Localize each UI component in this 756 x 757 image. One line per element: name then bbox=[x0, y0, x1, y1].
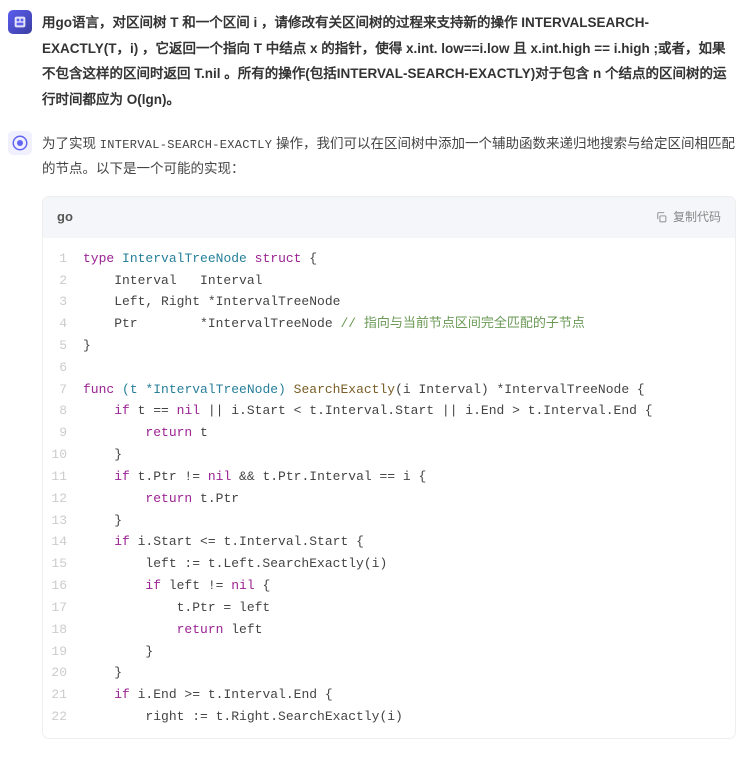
copy-icon bbox=[655, 211, 668, 224]
code-line: 6 bbox=[43, 357, 735, 379]
code-line: 9 return t bbox=[43, 422, 735, 444]
code-line: 20 } bbox=[43, 662, 735, 684]
code-line: 5} bbox=[43, 335, 735, 357]
code-line: 14 if i.Start <= t.Interval.Start { bbox=[43, 531, 735, 553]
copy-code-button[interactable]: 复制代码 bbox=[655, 206, 721, 229]
code-line: 18 return left bbox=[43, 619, 735, 641]
code-block: go 复制代码 1type IntervalTreeNode struct {2… bbox=[42, 196, 736, 739]
code-line: 22 right := t.Right.SearchExactly(i) bbox=[43, 706, 735, 728]
line-number: 18 bbox=[43, 619, 83, 641]
code-line: 8 if t == nil || i.Start < t.Interval.St… bbox=[43, 400, 735, 422]
line-content: left := t.Left.SearchExactly(i) bbox=[83, 553, 735, 575]
line-content: } bbox=[83, 662, 735, 684]
ai-avatar-icon bbox=[11, 134, 29, 152]
code-line: 7func (t *IntervalTreeNode) SearchExactl… bbox=[43, 379, 735, 401]
line-number: 10 bbox=[43, 444, 83, 466]
user-message-text: 用go语言，对区间树 T 和一个区间 i ，请修改有关区间树的过程来支持新的操作… bbox=[42, 10, 756, 113]
line-number: 14 bbox=[43, 531, 83, 553]
line-content bbox=[83, 357, 735, 379]
line-content: } bbox=[83, 641, 735, 663]
line-number: 13 bbox=[43, 510, 83, 532]
code-line: 10 } bbox=[43, 444, 735, 466]
line-number: 11 bbox=[43, 466, 83, 488]
line-number: 4 bbox=[43, 313, 83, 335]
code-line: 2 Interval Interval bbox=[43, 270, 735, 292]
line-content: type IntervalTreeNode struct { bbox=[83, 248, 735, 270]
line-content: t.Ptr = left bbox=[83, 597, 735, 619]
line-number: 20 bbox=[43, 662, 83, 684]
line-content: Ptr *IntervalTreeNode // 指向与当前节点区间完全匹配的子… bbox=[83, 313, 735, 335]
line-number: 9 bbox=[43, 422, 83, 444]
line-content: func (t *IntervalTreeNode) SearchExactly… bbox=[83, 379, 735, 401]
code-line: 15 left := t.Left.SearchExactly(i) bbox=[43, 553, 735, 575]
line-number: 16 bbox=[43, 575, 83, 597]
line-number: 3 bbox=[43, 291, 83, 313]
line-content: } bbox=[83, 510, 735, 532]
code-header: go 复制代码 bbox=[43, 197, 735, 238]
line-content: right := t.Right.SearchExactly(i) bbox=[83, 706, 735, 728]
code-language-label: go bbox=[57, 205, 73, 230]
code-body[interactable]: 1type IntervalTreeNode struct {2 Interva… bbox=[43, 238, 735, 738]
line-number: 8 bbox=[43, 400, 83, 422]
ai-message-row: 为了实现 INTERVAL-SEARCH-EXACTLY 操作，我们可以在区间树… bbox=[8, 131, 756, 739]
line-number: 22 bbox=[43, 706, 83, 728]
ai-intro-code-term: INTERVAL-SEARCH-EXACTLY bbox=[100, 138, 273, 152]
code-line: 1type IntervalTreeNode struct { bbox=[43, 248, 735, 270]
code-line: 4 Ptr *IntervalTreeNode // 指向与当前节点区间完全匹配… bbox=[43, 313, 735, 335]
line-content: return t.Ptr bbox=[83, 488, 735, 510]
line-content: } bbox=[83, 335, 735, 357]
line-content: if left != nil { bbox=[83, 575, 735, 597]
ai-avatar bbox=[8, 131, 32, 155]
line-number: 7 bbox=[43, 379, 83, 401]
line-number: 19 bbox=[43, 641, 83, 663]
code-line: 11 if t.Ptr != nil && t.Ptr.Interval == … bbox=[43, 466, 735, 488]
user-message-row: 用go语言，对区间树 T 和一个区间 i ，请修改有关区间树的过程来支持新的操作… bbox=[8, 10, 756, 113]
line-content: return left bbox=[83, 619, 735, 641]
ai-intro-prefix: 为了实现 bbox=[42, 136, 100, 151]
user-avatar-icon bbox=[12, 14, 28, 30]
line-number: 2 bbox=[43, 270, 83, 292]
line-content: return t bbox=[83, 422, 735, 444]
code-line: 21 if i.End >= t.Interval.End { bbox=[43, 684, 735, 706]
line-number: 15 bbox=[43, 553, 83, 575]
user-avatar bbox=[8, 10, 32, 34]
line-number: 6 bbox=[43, 357, 83, 379]
code-line: 12 return t.Ptr bbox=[43, 488, 735, 510]
code-line: 19 } bbox=[43, 641, 735, 663]
code-line: 17 t.Ptr = left bbox=[43, 597, 735, 619]
line-content: } bbox=[83, 444, 735, 466]
copy-code-label: 复制代码 bbox=[673, 206, 721, 229]
line-number: 17 bbox=[43, 597, 83, 619]
line-content: if t == nil || i.Start < t.Interval.Star… bbox=[83, 400, 735, 422]
line-content: if t.Ptr != nil && t.Ptr.Interval == i { bbox=[83, 466, 735, 488]
code-line: 13 } bbox=[43, 510, 735, 532]
code-line: 3 Left, Right *IntervalTreeNode bbox=[43, 291, 735, 313]
line-content: if i.End >= t.Interval.End { bbox=[83, 684, 735, 706]
line-content: if i.Start <= t.Interval.Start { bbox=[83, 531, 735, 553]
line-number: 1 bbox=[43, 248, 83, 270]
line-number: 21 bbox=[43, 684, 83, 706]
line-number: 12 bbox=[43, 488, 83, 510]
line-content: Interval Interval bbox=[83, 270, 735, 292]
line-content: Left, Right *IntervalTreeNode bbox=[83, 291, 735, 313]
code-line: 16 if left != nil { bbox=[43, 575, 735, 597]
ai-message-content: 为了实现 INTERVAL-SEARCH-EXACTLY 操作，我们可以在区间树… bbox=[42, 131, 756, 739]
line-number: 5 bbox=[43, 335, 83, 357]
